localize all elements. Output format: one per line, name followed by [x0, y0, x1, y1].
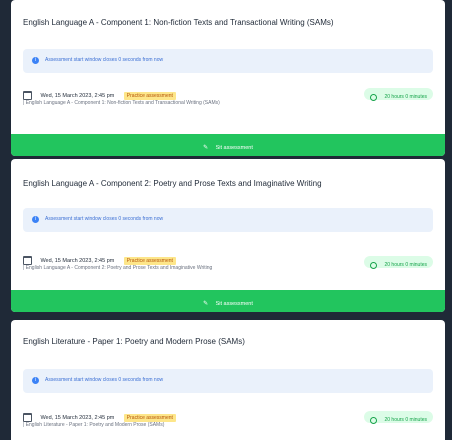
duration-text: 20 hours 0 minutes: [384, 416, 427, 423]
assessment-date: Wed, 15 March 2023, 2:45 pm: [40, 92, 115, 99]
assessment-card: English Language A - Component 1: Non-fi…: [11, 0, 445, 156]
practice-badge: Practice assessment: [123, 413, 176, 422]
assessment-card: English Language A - Component 2: Poetry…: [11, 159, 445, 312]
notice-text: Assessment start window closes 0 seconds…: [45, 216, 164, 222]
calendar-icon: [23, 413, 32, 423]
duration-text: 20 hours 0 minutes: [384, 93, 427, 100]
assessment-date: Wed, 15 March 2023, 2:45 pm: [40, 257, 115, 264]
date-row: Wed, 15 March 2023, 2:45 pm Practice ass…: [23, 409, 176, 423]
pencil-icon: ✎: [203, 301, 209, 307]
calendar-icon: [23, 256, 32, 266]
notice-text: Assessment start window closes 0 seconds…: [45, 57, 164, 63]
duration-badge: 20 hours 0 minutes: [364, 411, 433, 425]
start-window-notice: i Assessment start window closes 0 secon…: [23, 369, 433, 393]
clock-icon: [370, 262, 378, 270]
practice-badge: Practice assessment: [123, 256, 176, 265]
start-window-notice: i Assessment start window closes 0 secon…: [23, 208, 433, 232]
info-icon: i: [32, 216, 39, 223]
sit-assessment-label: Sit assessment: [215, 145, 253, 151]
assessment-title: English Language A - Component 1: Non-fi…: [23, 18, 334, 27]
assessment-subtitle: | English Language A - Component 1: Non-…: [23, 100, 220, 106]
duration-badge: 20 hours 0 minutes: [364, 88, 433, 102]
date-row: Wed, 15 March 2023, 2:45 pm Practice ass…: [23, 252, 176, 266]
info-icon: i: [32, 377, 39, 384]
sit-assessment-button[interactable]: ✎ Sit assessment: [11, 134, 445, 156]
info-icon: i: [32, 57, 39, 64]
practice-badge: Practice assessment: [123, 91, 176, 100]
pencil-icon: ✎: [203, 145, 209, 151]
assessment-list: English Language A - Component 1: Non-fi…: [11, 0, 445, 440]
notice-text: Assessment start window closes 0 seconds…: [45, 377, 164, 383]
start-window-notice: i Assessment start window closes 0 secon…: [23, 49, 433, 73]
assessment-title: English Language A - Component 2: Poetry…: [23, 179, 322, 188]
assessment-date: Wed, 15 March 2023, 2:45 pm: [40, 414, 115, 421]
assessment-title: English Literature - Paper 1: Poetry and…: [23, 337, 245, 346]
clock-icon: [370, 94, 378, 102]
date-row: Wed, 15 March 2023, 2:45 pm Practice ass…: [23, 87, 176, 101]
duration-text: 20 hours 0 minutes: [384, 261, 427, 268]
calendar-icon: [23, 91, 32, 101]
duration-badge: 20 hours 0 minutes: [364, 256, 433, 270]
clock-icon: [370, 417, 378, 425]
assessment-subtitle: | English Literature - Paper 1: Poetry a…: [23, 422, 165, 428]
sit-assessment-button[interactable]: ✎ Sit assessment: [11, 290, 445, 312]
assessment-subtitle: | English Language A - Component 2: Poet…: [23, 265, 213, 271]
sit-assessment-label: Sit assessment: [215, 301, 253, 307]
assessment-card: English Literature - Paper 1: Poetry and…: [11, 320, 445, 440]
